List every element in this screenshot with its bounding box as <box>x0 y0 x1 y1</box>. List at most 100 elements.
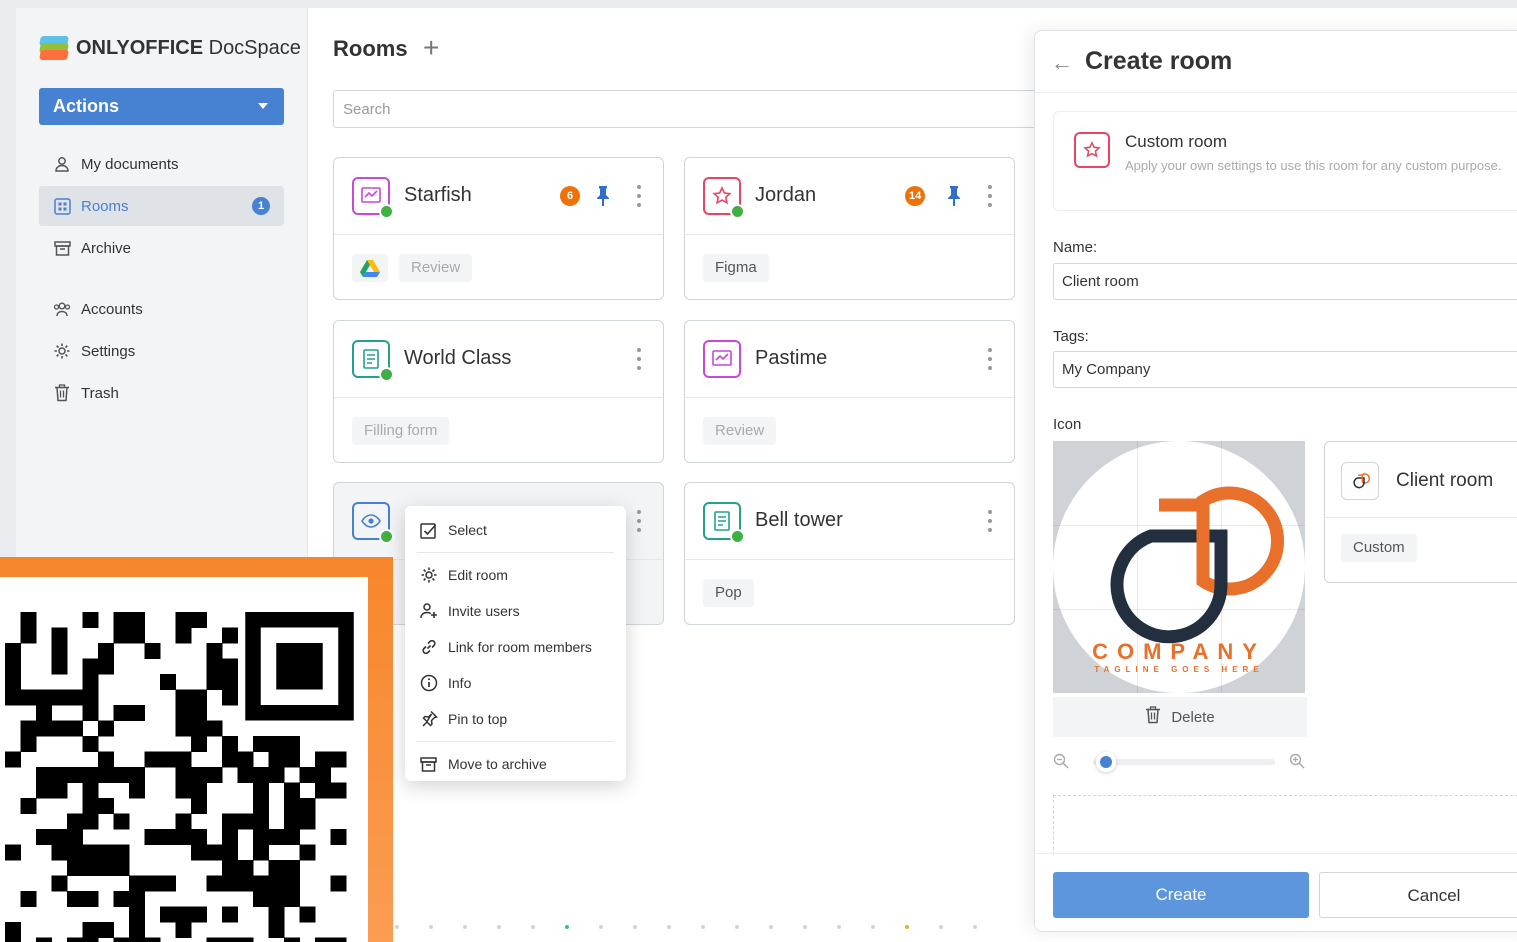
name-input[interactable]: Client room <box>1053 263 1517 300</box>
info-icon <box>419 674 438 693</box>
panel-footer: Create Cancel <box>1035 853 1517 933</box>
pin-icon[interactable] <box>596 185 610 207</box>
more-menu-icon[interactable] <box>988 348 992 370</box>
zoom-out-icon[interactable] <box>1053 753 1069 774</box>
logo-icon <box>38 34 70 62</box>
sidebar-item-archive[interactable]: Archive <box>39 228 284 268</box>
google-drive-icon <box>352 254 388 282</box>
count-badge: 1 <box>252 197 270 215</box>
pin-icon[interactable] <box>947 185 961 207</box>
room-title: Bell tower <box>755 509 843 531</box>
zoom-handle[interactable] <box>1095 752 1116 772</box>
room-icon <box>703 177 745 219</box>
room-card[interactable]: Starfish 6 Review <box>333 157 664 300</box>
room-card[interactable]: Jordan 14 Figma <box>684 157 1015 300</box>
sidebar-item-settings[interactable]: Settings <box>39 331 284 371</box>
menu-item-select[interactable]: Select <box>405 512 626 548</box>
room-title: Pastime <box>755 347 828 369</box>
tags-input[interactable]: My Company <box>1053 351 1517 388</box>
create-room-panel: ← Create room Custom room Apply your own… <box>1034 30 1517 932</box>
create-button[interactable]: Create <box>1053 872 1309 918</box>
room-card[interactable]: Pastime Review <box>684 320 1015 463</box>
room-card[interactable]: Bell tower Pop <box>684 482 1015 625</box>
add-room-button[interactable]: + <box>423 32 439 64</box>
room-icon <box>703 502 745 544</box>
room-icon <box>352 177 394 219</box>
tags-label: Tags: <box>1053 328 1089 345</box>
sidebar-item-label: Trash <box>81 384 119 402</box>
back-arrow-icon[interactable]: ← <box>1051 50 1073 76</box>
sidebar-item-label: Archive <box>81 239 132 257</box>
menu-item-edit-room[interactable]: Edit room <box>405 557 626 593</box>
archive-icon <box>53 239 71 257</box>
room-title: Starfish <box>404 184 472 206</box>
sidebar-item-accounts[interactable]: Accounts <box>39 289 284 329</box>
accounts-icon <box>53 300 71 318</box>
more-menu-icon[interactable] <box>988 185 992 207</box>
menu-item-info[interactable]: Info <box>405 665 626 701</box>
pin-icon <box>419 710 438 729</box>
sidebar-item-trash[interactable]: Trash <box>39 373 284 413</box>
room-tag[interactable]: Figma <box>703 254 769 282</box>
room-icon <box>352 340 394 382</box>
logo-text: COMPANY <box>1092 639 1266 664</box>
name-label: Name: <box>1053 239 1098 256</box>
sidebar-item-label: Rooms <box>81 197 129 215</box>
sidebar-item-my-documents[interactable]: My documents <box>39 144 284 184</box>
menu-item-move-to-archive[interactable]: Move to archive <box>405 746 626 782</box>
room-title: Jordan <box>755 184 817 206</box>
sidebar-item-rooms[interactable]: Rooms 1 <box>39 186 284 226</box>
app-logo[interactable]: ONLYOFFICE DocSpace <box>38 34 301 62</box>
more-menu-icon[interactable] <box>637 348 641 370</box>
rooms-icon <box>53 197 71 215</box>
room-icon <box>703 340 741 378</box>
room-card[interactable]: World Class Filling form <box>333 320 664 463</box>
pagination-dots <box>395 925 977 929</box>
brand-name: ONLYOFFICE DocSpace <box>76 36 301 59</box>
zoom-track[interactable] <box>1093 759 1275 765</box>
drop-area <box>1053 795 1517 855</box>
zoom-slider[interactable] <box>1053 751 1307 774</box>
panel-title: Create room <box>1085 47 1233 75</box>
menu-item-link-for-room-members[interactable]: Link for room members <box>405 629 626 665</box>
more-menu-icon[interactable] <box>637 185 641 207</box>
room-type-card[interactable]: Custom room Apply your own settings to u… <box>1053 111 1517 211</box>
search-input[interactable]: Search <box>333 90 1063 128</box>
room-tag[interactable]: Review <box>399 254 473 282</box>
icon-cropper[interactable]: COMPANY TAGLINE GOES HERE <box>1053 441 1305 693</box>
more-menu-icon[interactable] <box>637 510 641 532</box>
gear-icon <box>53 342 71 360</box>
sidebar-item-label: Accounts <box>81 300 143 318</box>
more-menu-icon[interactable] <box>988 510 992 532</box>
room-type-name: Custom room <box>1125 132 1228 151</box>
invite-user-icon <box>419 602 438 621</box>
menu-item-pin-to-top[interactable]: Pin to top <box>405 701 626 737</box>
room-context-menu: Select Edit room Invite users Link for r… <box>405 506 626 781</box>
room-tag[interactable]: Pop <box>703 579 754 607</box>
menu-item-invite-users[interactable]: Invite users <box>405 593 626 629</box>
sidebar-item-label: Settings <box>81 342 136 360</box>
caret-down-icon <box>258 103 268 109</box>
room-tag[interactable]: Review <box>703 417 777 445</box>
select-icon <box>419 521 438 540</box>
actions-button[interactable]: Actions <box>39 88 284 125</box>
unread-badge: 14 <box>905 186 926 206</box>
room-title: World Class <box>404 347 512 369</box>
link-icon <box>419 638 438 657</box>
room-type-description: Apply your own settings to use this room… <box>1125 158 1502 173</box>
star-icon <box>1074 132 1110 168</box>
cancel-button[interactable]: Cancel <box>1319 872 1517 918</box>
delete-icon-button[interactable]: Delete <box>1053 697 1307 737</box>
trash-icon <box>1145 706 1161 728</box>
room-tag[interactable]: Filling form <box>352 417 450 445</box>
sidebar-item-label: My documents <box>81 155 179 173</box>
preview-room-tag: Custom <box>1341 534 1417 562</box>
room-icon <box>352 502 394 544</box>
gear-icon <box>419 566 438 585</box>
archive-icon <box>419 755 438 774</box>
zoom-in-icon[interactable] <box>1289 753 1305 774</box>
user-icon <box>53 155 71 173</box>
unread-badge: 6 <box>560 186 580 206</box>
qr-code-overlay <box>0 557 393 942</box>
room-logo-icon <box>1341 462 1379 500</box>
